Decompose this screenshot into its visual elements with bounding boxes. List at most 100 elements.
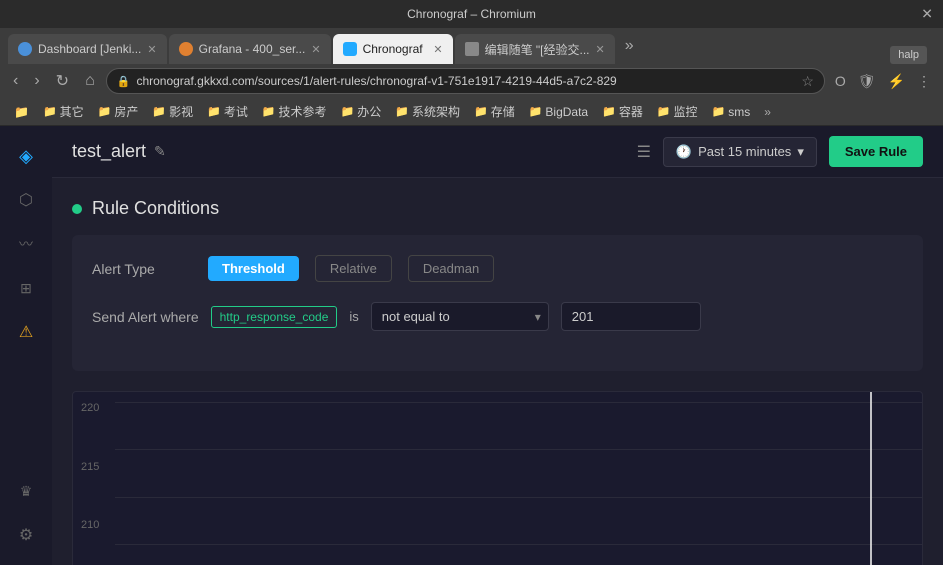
bookmark-jishucankao[interactable]: 📁技术参考 — [256, 101, 333, 122]
sidebar-item-crown[interactable]: ♛ — [6, 471, 46, 511]
tab-close-grafana[interactable]: ✕ — [311, 43, 320, 56]
main-content: test_alert ✎ ☰ 🕐 Past 15 minutes ▾ Save … — [52, 126, 943, 565]
bookmark-cunchun[interactable]: 📁存储 — [468, 101, 521, 122]
dashboard-icon: ⊞ — [20, 280, 32, 297]
save-rule-button[interactable]: Save Rule — [829, 136, 923, 167]
browser-title: Chronograf – Chromium — [407, 7, 536, 21]
alert-type-row: Alert Type Threshold Relative Deadman — [92, 255, 903, 282]
sidebar-item-dashboard[interactable]: ⊞ — [6, 268, 46, 308]
tab-label-chronograf: Chronograf — [363, 42, 423, 56]
clock-icon: 🕐 — [676, 144, 692, 160]
y-label-210: 210 — [81, 519, 99, 531]
address-bar[interactable]: 🔒 chronograf.gkkxd.com/sources/1/alert-r… — [106, 68, 825, 94]
globe-icon: ⬡ — [19, 190, 33, 210]
tab-close-dashboard[interactable]: ✕ — [147, 43, 156, 56]
list-icon[interactable]: ☰ — [637, 142, 651, 162]
time-range-button[interactable]: 🕐 Past 15 minutes ▾ — [663, 137, 817, 167]
grid-line-1 — [115, 402, 922, 403]
bookmarks-more[interactable]: » — [758, 103, 777, 121]
threshold-type-button[interactable]: Threshold — [208, 256, 299, 281]
sidebar-item-settings[interactable]: ⚙ — [6, 515, 46, 555]
time-range-label: Past 15 minutes — [698, 144, 791, 159]
bookmark-folder-icon: 📁 — [8, 103, 35, 121]
condition-select-wrapper: not equal to equal to greater than less … — [371, 302, 549, 331]
crown-icon: ♛ — [20, 483, 33, 500]
chart-grid — [115, 392, 922, 565]
settings-icon: ⚙ — [19, 525, 33, 545]
app-header: test_alert ✎ ☰ 🕐 Past 15 minutes ▾ Save … — [52, 126, 943, 178]
condition-select[interactable]: not equal to equal to greater than less … — [371, 302, 549, 331]
window-close-button[interactable]: ✕ — [921, 6, 933, 23]
help-button[interactable]: halp — [890, 46, 927, 64]
address-bar-row: ‹ › ↻ ⌂ 🔒 chronograf.gkkxd.com/sources/1… — [0, 64, 943, 98]
tab-chronograf[interactable]: Chronograf ✕ — [333, 34, 453, 64]
forward-button[interactable]: › — [29, 70, 44, 92]
bookmark-kaoshi[interactable]: 📁考试 — [201, 101, 254, 122]
bookmarks-bar: 📁 📁其它 📁房产 📁影视 📁考试 📁技术参考 📁办公 📁系统架构 📁存储 📁B… — [0, 98, 943, 126]
app-title: test_alert ✎ — [72, 141, 166, 162]
deadman-type-button[interactable]: Deadman — [408, 255, 494, 282]
y-axis: 220 215 210 205 — [81, 392, 99, 565]
threshold-value-input[interactable] — [561, 302, 701, 331]
opera-icon[interactable]: O — [831, 71, 850, 91]
y-label-220: 220 — [81, 402, 99, 414]
grid-line-2 — [115, 449, 922, 450]
lock-icon: 🔒 — [117, 75, 131, 88]
tab-close-chronograf[interactable]: ✕ — [433, 43, 442, 56]
browser-icons: O 🛡 ⚡ ⋮ — [831, 71, 935, 92]
grid-line-4 — [115, 544, 922, 545]
tab-dashboard[interactable]: Dashboard [Jenki... ✕ — [8, 34, 167, 64]
bookmark-xitong[interactable]: 📁系统架构 — [389, 101, 466, 122]
shield-icon[interactable]: 🛡 — [854, 71, 880, 92]
sidebar-item-graph[interactable]: 〰 — [6, 224, 46, 264]
alert-icon: ⚠ — [19, 322, 33, 342]
grid-line-3 — [115, 497, 922, 498]
tab-bar: Dashboard [Jenki... ✕ Grafana - 400_ser.… — [0, 28, 943, 64]
tab-favicon-chronograf — [343, 42, 357, 56]
tab-label-dashboard: Dashboard [Jenki... — [38, 42, 141, 56]
back-button[interactable]: ‹ — [8, 70, 23, 92]
sidebar-item-logo[interactable]: ◈ — [6, 136, 46, 176]
edit-title-icon[interactable]: ✎ — [154, 143, 166, 160]
browser-title-bar: Chronograf – Chromium ✕ — [0, 0, 943, 28]
tab-edit[interactable]: 编辑随笔 "[经验交... ✕ — [455, 34, 615, 64]
send-alert-label: Send Alert where — [92, 309, 199, 325]
tab-label-grafana: Grafana - 400_ser... — [199, 42, 306, 56]
bookmark-bigdata[interactable]: 📁BigData — [523, 103, 594, 121]
tab-label-edit: 编辑随笔 "[经验交... — [485, 41, 590, 58]
y-label-215: 215 — [81, 461, 99, 473]
tab-favicon-edit — [465, 42, 479, 56]
chart-area: 220 215 210 205 — [72, 391, 923, 565]
bookmark-qita[interactable]: 📁其它 — [37, 101, 90, 122]
bookmark-rongqi[interactable]: 📁容器 — [596, 101, 649, 122]
bookmark-star-icon[interactable]: ☆ — [801, 73, 814, 90]
more-tabs-button[interactable]: » — [617, 37, 642, 55]
rule-conditions-section: Rule Conditions Alert Type Threshold Rel… — [52, 178, 943, 391]
section-title: Rule Conditions — [92, 198, 219, 219]
section-header: Rule Conditions — [72, 198, 923, 219]
bookmark-fangchan[interactable]: 📁房产 — [92, 101, 145, 122]
bookmark-bangong[interactable]: 📁办公 — [335, 101, 388, 122]
rule-name: test_alert — [72, 141, 146, 162]
bookmark-sms[interactable]: 📁sms — [706, 103, 757, 121]
url-text: chronograf.gkkxd.com/sources/1/alert-rul… — [136, 74, 795, 88]
field-tag[interactable]: http_response_code — [211, 306, 338, 328]
graph-icon: 〰 — [19, 234, 33, 254]
menu-icon[interactable]: ⋮ — [913, 71, 935, 92]
tab-close-edit[interactable]: ✕ — [596, 43, 605, 56]
tab-favicon-dashboard — [18, 42, 32, 56]
sidebar-item-globe[interactable]: ⬡ — [6, 180, 46, 220]
refresh-button[interactable]: ↻ — [51, 69, 74, 93]
relative-type-button[interactable]: Relative — [315, 255, 392, 282]
bookmark-yingshi[interactable]: 📁影视 — [146, 101, 199, 122]
extension-icon[interactable]: ⚡ — [884, 71, 909, 92]
conditions-card: Alert Type Threshold Relative Deadman Se… — [72, 235, 923, 371]
tab-grafana[interactable]: Grafana - 400_ser... ✕ — [169, 34, 331, 64]
app-container: ◈ ⬡ 〰 ⊞ ⚠ ♛ ⚙ test_alert ✎ ☰ — [0, 126, 943, 565]
bookmark-jiankong[interactable]: 📁监控 — [651, 101, 704, 122]
dropdown-chevron-icon: ▾ — [797, 144, 804, 160]
home-button[interactable]: ⌂ — [80, 70, 100, 92]
alert-type-label: Alert Type — [92, 261, 192, 277]
sidebar-item-alerts[interactable]: ⚠ — [6, 312, 46, 352]
section-active-dot — [72, 204, 82, 214]
